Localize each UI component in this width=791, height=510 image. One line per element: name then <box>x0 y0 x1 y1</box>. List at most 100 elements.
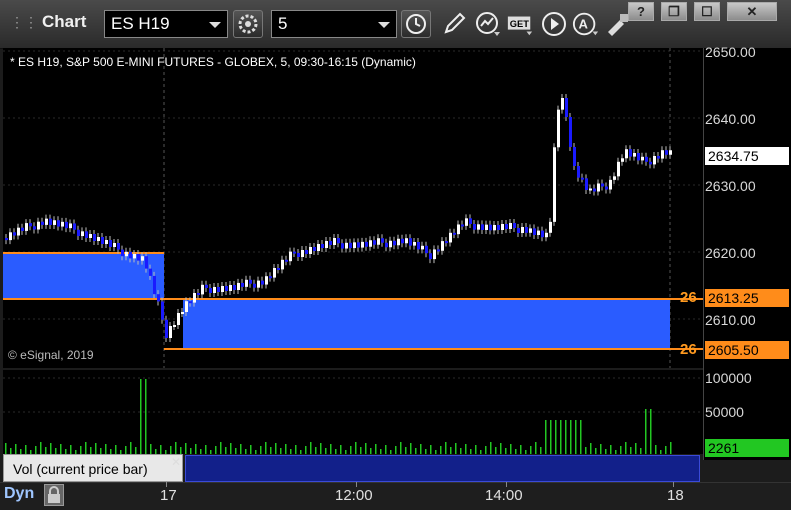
candle-body <box>129 251 132 259</box>
price-tick: 2630.00 <box>705 178 756 194</box>
volume-bar <box>285 444 287 454</box>
candle-body <box>573 147 576 166</box>
candle-body <box>637 153 640 161</box>
volume-bar <box>195 444 197 454</box>
candle-body <box>393 240 396 246</box>
svg-text:A: A <box>579 17 589 32</box>
volume-bar <box>310 442 312 454</box>
candle-body <box>501 224 504 230</box>
candle-body <box>661 150 664 159</box>
symbol-input[interactable]: ES H19 <box>104 10 228 38</box>
volume-bar <box>205 445 207 454</box>
candle-body <box>497 225 500 230</box>
candle-body <box>433 249 436 260</box>
volume-bar <box>555 420 557 454</box>
candle-body <box>229 285 232 291</box>
lock-icon[interactable] <box>44 484 64 506</box>
candle-body <box>37 221 40 230</box>
candle-body <box>265 276 268 285</box>
interval-input[interactable]: 5 <box>271 10 397 38</box>
volume-bar <box>145 379 147 454</box>
volume-bar <box>650 409 652 454</box>
candle-body <box>245 279 248 287</box>
upper-level-flag: 2613.25 <box>705 289 789 307</box>
volume-bar <box>345 450 347 454</box>
close-button[interactable]: ✕ <box>727 2 777 21</box>
candle-body <box>89 234 92 238</box>
volume-bar <box>355 442 357 454</box>
get-icon[interactable]: GET <box>506 10 534 38</box>
volume-bar <box>645 409 647 454</box>
candle-body <box>185 301 188 312</box>
candle-body <box>305 250 308 254</box>
volume-bar <box>420 444 422 454</box>
candle-body <box>193 293 196 303</box>
candle-body <box>261 280 264 285</box>
price-tick: 2620.00 <box>705 245 756 261</box>
settings-gear-icon <box>238 14 258 34</box>
volume-chart <box>3 377 703 454</box>
volume-bar <box>315 447 317 454</box>
dynamic-mode-button[interactable]: Dyn <box>4 485 34 503</box>
chevron-down-icon[interactable] <box>378 22 390 28</box>
volume-bar <box>5 443 7 454</box>
candle-body <box>345 242 348 249</box>
volume-bar <box>510 444 512 454</box>
candle-body <box>33 226 36 230</box>
candle-body <box>165 319 168 338</box>
settings-button[interactable] <box>233 10 263 38</box>
grip-icon[interactable]: ⋮⋮ <box>10 14 38 30</box>
volume-bar <box>200 449 202 454</box>
candle-body <box>421 245 424 250</box>
restore-button[interactable]: ❐ <box>661 2 687 21</box>
close-icon[interactable]: ✕ <box>171 455 181 469</box>
candle-body <box>125 251 128 257</box>
volume-bar <box>640 448 642 454</box>
volume-bar <box>190 448 192 454</box>
volume-bar <box>380 449 382 454</box>
maximize-button[interactable]: ☐ <box>694 2 720 21</box>
volume-bar <box>95 443 97 454</box>
volume-bar <box>475 445 477 454</box>
volume-bar <box>485 446 487 454</box>
candle-body <box>645 156 648 162</box>
pencil-icon[interactable] <box>440 10 468 38</box>
play-icon[interactable] <box>540 10 568 38</box>
volume-bar <box>385 445 387 454</box>
volume-bar <box>465 444 467 454</box>
a-alert-icon[interactable]: A <box>572 10 600 38</box>
candle-body <box>109 240 112 247</box>
candle-body <box>385 242 388 248</box>
volume-bar <box>550 420 552 454</box>
time-button[interactable] <box>401 10 431 38</box>
candle-body <box>357 242 360 248</box>
studies-icon[interactable] <box>474 10 502 38</box>
volume-bar <box>445 442 447 454</box>
candle-body <box>217 287 220 292</box>
volume-bar <box>255 450 257 454</box>
candle-body <box>625 149 628 159</box>
copyright-text: © eSignal, 2019 <box>8 348 94 362</box>
volume-bar <box>370 448 372 454</box>
volume-bar <box>515 449 517 454</box>
candle-body <box>101 237 104 244</box>
candle-body <box>65 221 68 229</box>
candle-body <box>317 244 320 251</box>
candle-body <box>313 247 316 251</box>
candle-body <box>453 232 456 235</box>
candle-body <box>521 227 524 233</box>
chevron-down-icon[interactable] <box>209 22 221 28</box>
volume-bar <box>25 445 27 454</box>
help-button[interactable]: ? <box>628 2 654 21</box>
symbol-value: ES H19 <box>111 14 170 33</box>
price-chart <box>3 48 703 368</box>
volume-bar <box>240 444 242 454</box>
candle-body <box>425 245 428 254</box>
volume-study-label[interactable]: Vol (current price bar) <box>3 454 183 482</box>
candle-body <box>621 158 624 162</box>
volume-bar <box>405 447 407 454</box>
candle-body <box>181 312 184 314</box>
lower-level-flag: 2605.50 <box>705 341 789 359</box>
candle-body <box>633 153 636 157</box>
volume-bar <box>125 446 127 454</box>
